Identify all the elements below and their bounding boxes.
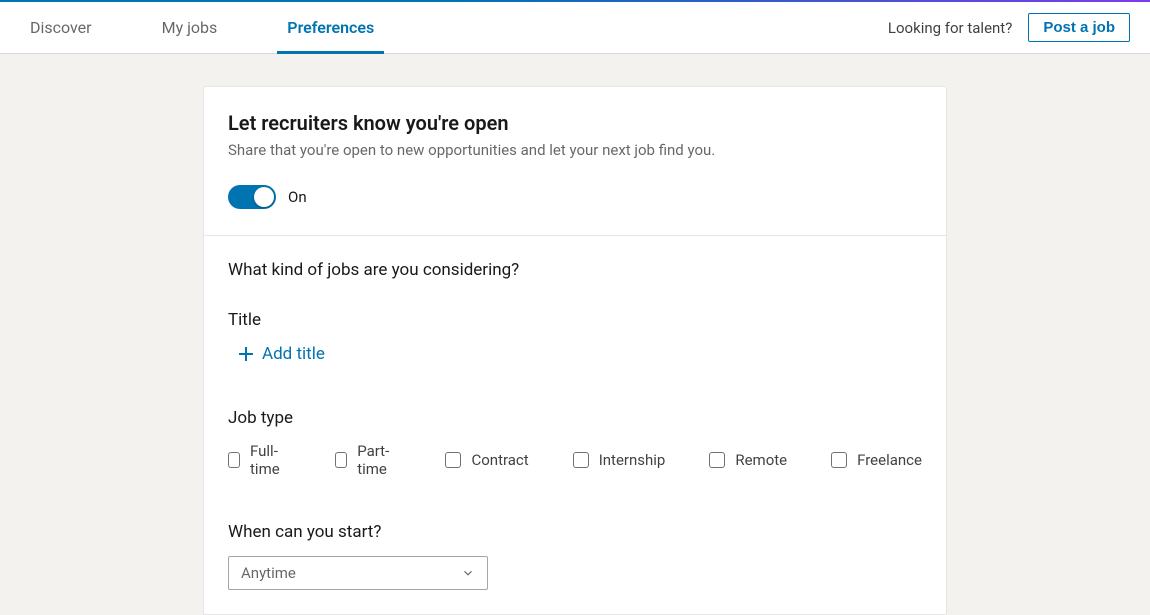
card-body: What kind of jobs are you considering? T… <box>204 236 946 614</box>
checkbox-label: Remote <box>735 451 787 469</box>
card-title: Let recruiters know you're open <box>228 111 922 135</box>
plus-icon <box>238 346 254 362</box>
jobtype-field-label: Job type <box>228 408 922 428</box>
title-field-label: Title <box>228 310 922 330</box>
tab-preferences[interactable]: Preferences <box>277 2 384 54</box>
post-job-button[interactable]: Post a job <box>1028 13 1130 42</box>
checkbox-icon <box>573 452 589 468</box>
checkbox-label: Contract <box>471 451 528 469</box>
preferences-card: Let recruiters know you're open Share th… <box>203 86 947 615</box>
checkbox-icon <box>335 452 347 468</box>
tab-my-jobs[interactable]: My jobs <box>152 2 228 54</box>
toggle-knob <box>254 187 274 207</box>
checkbox-icon <box>228 452 240 468</box>
top-nav: Discover My jobs Preferences Looking for… <box>0 2 1150 54</box>
card-header-section: Let recruiters know you're open Share th… <box>204 87 946 236</box>
checkbox-icon <box>709 452 725 468</box>
jobtype-freelance[interactable]: Freelance <box>831 442 922 478</box>
start-date-value: Anytime <box>241 564 475 582</box>
open-to-work-toggle[interactable] <box>228 185 276 209</box>
checkbox-label: Internship <box>599 451 666 469</box>
jobtype-remote[interactable]: Remote <box>709 442 787 478</box>
toggle-label: On <box>288 188 307 206</box>
tab-discover[interactable]: Discover <box>20 2 102 54</box>
tab-label: Discover <box>30 18 92 37</box>
tab-label: My jobs <box>162 18 218 37</box>
checkbox-label: Part-time <box>357 442 401 478</box>
open-toggle-row: On <box>228 185 922 209</box>
checkbox-label: Freelance <box>857 451 922 469</box>
add-title-button[interactable]: Add title <box>238 344 922 364</box>
jobtype-parttime[interactable]: Part-time <box>335 442 401 478</box>
card-subtitle: Share that you're open to new opportunit… <box>228 141 922 159</box>
chevron-down-icon <box>461 566 475 580</box>
content-area: Let recruiters know you're open Share th… <box>0 54 1150 615</box>
checkbox-label: Full-time <box>250 442 291 478</box>
jobtype-fulltime[interactable]: Full-time <box>228 442 291 478</box>
start-date-select[interactable]: Anytime <box>228 556 488 590</box>
talent-prompt: Looking for talent? <box>888 19 1012 37</box>
checkbox-icon <box>831 452 847 468</box>
jobtype-contract[interactable]: Contract <box>445 442 528 478</box>
add-title-label: Add title <box>262 344 325 364</box>
jobs-considering-question: What kind of jobs are you considering? <box>228 260 922 280</box>
tab-label: Preferences <box>287 18 374 37</box>
jobtype-internship[interactable]: Internship <box>573 442 666 478</box>
jobtype-options: Full-time Part-time Contract Internship … <box>228 442 922 478</box>
start-date-label: When can you start? <box>228 522 922 542</box>
checkbox-icon <box>445 452 461 468</box>
